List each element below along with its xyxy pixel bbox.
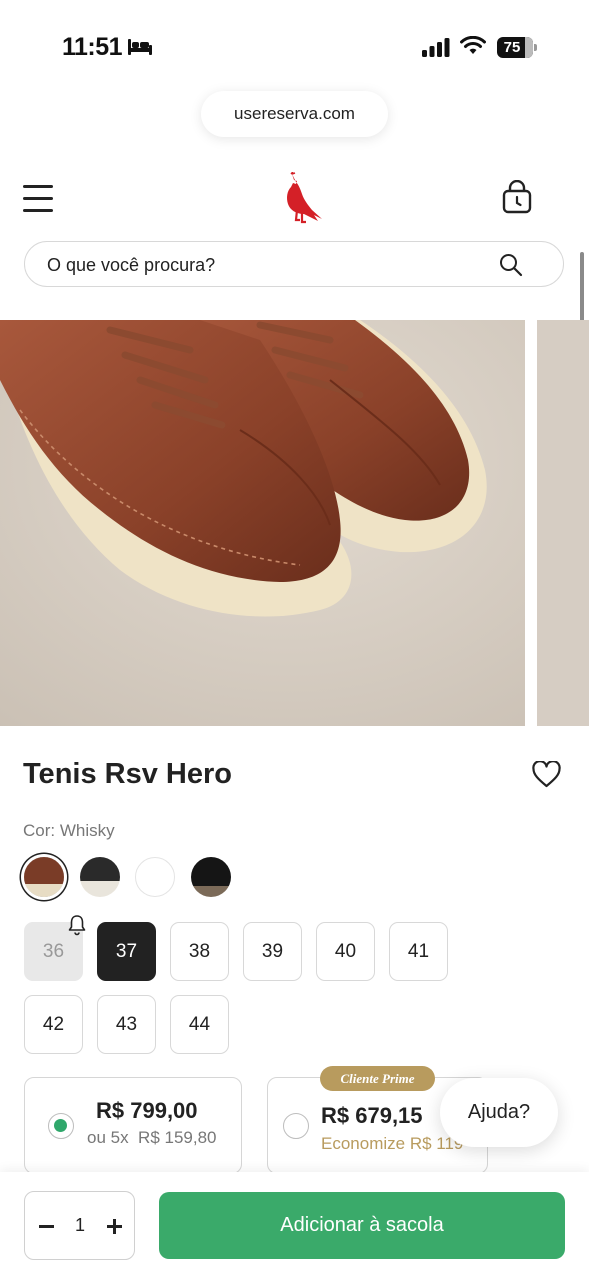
- search-icon[interactable]: [499, 253, 523, 277]
- help-button[interactable]: Ajuda?: [440, 1078, 558, 1147]
- wifi-icon: [460, 36, 486, 54]
- color-label: Cor: Whisky: [23, 821, 115, 840]
- bell-icon[interactable]: [68, 914, 86, 936]
- heart-icon[interactable]: [532, 761, 561, 788]
- cliente-prime-badge: Cliente Prime: [320, 1066, 435, 1091]
- reserva-logo[interactable]: [278, 172, 324, 224]
- add-to-bag-button[interactable]: Adicionar à sacola: [159, 1192, 565, 1259]
- radio-regular[interactable]: [48, 1113, 74, 1139]
- size-option-38[interactable]: 38: [170, 922, 229, 981]
- size-option-42[interactable]: 42: [24, 995, 83, 1054]
- product-title: Tenis Rsv Hero: [23, 758, 232, 790]
- bag-icon[interactable]: [501, 180, 533, 214]
- size-option-41[interactable]: 41: [389, 922, 448, 981]
- quantity-value: 1: [74, 1215, 85, 1235]
- color-swatch-black[interactable]: [191, 857, 231, 897]
- prime-price: R$ 679,15: [321, 1103, 423, 1128]
- size-option-40[interactable]: 40: [316, 922, 375, 981]
- price-option-regular[interactable]: R$ 799,00 ou 5x R$ 159,80: [24, 1077, 242, 1174]
- battery-level: 75: [503, 39, 521, 56]
- color-swatch-white[interactable]: [135, 857, 175, 897]
- battery-icon: 75: [497, 37, 537, 58]
- installments-prefix: ou 5x: [87, 1128, 129, 1147]
- sleep-icon: [128, 39, 152, 55]
- search-input[interactable]: O que você procura?: [24, 241, 564, 287]
- size-option-39[interactable]: 39: [243, 922, 302, 981]
- size-option-44[interactable]: 44: [170, 995, 229, 1054]
- size-option-37[interactable]: 37: [97, 922, 156, 981]
- cellular-signal-icon: [422, 38, 450, 57]
- status-bar: 11:51 75: [0, 0, 589, 90]
- installment-value: R$ 159,80: [138, 1128, 217, 1147]
- status-time: 11:51: [62, 33, 123, 61]
- plus-icon[interactable]: [107, 1214, 125, 1236]
- size-option-43[interactable]: 43: [97, 995, 156, 1054]
- next-product-image[interactable]: [537, 320, 589, 726]
- product-image[interactable]: [0, 320, 525, 726]
- url-bar[interactable]: usereserva.com: [201, 91, 388, 137]
- regular-price: R$ 799,00: [96, 1098, 198, 1123]
- menu-icon[interactable]: [23, 185, 53, 213]
- color-swatch-whisky[interactable]: [24, 857, 64, 897]
- radio-prime[interactable]: [283, 1113, 309, 1139]
- color-swatch-black-white[interactable]: [80, 857, 120, 897]
- quantity-stepper: 1: [24, 1191, 135, 1260]
- sneaker-photo: [0, 320, 525, 726]
- prime-economy: Economize R$ 119: [321, 1134, 464, 1153]
- minus-icon[interactable]: [39, 1214, 57, 1236]
- search-placeholder: O que você procura?: [47, 255, 216, 275]
